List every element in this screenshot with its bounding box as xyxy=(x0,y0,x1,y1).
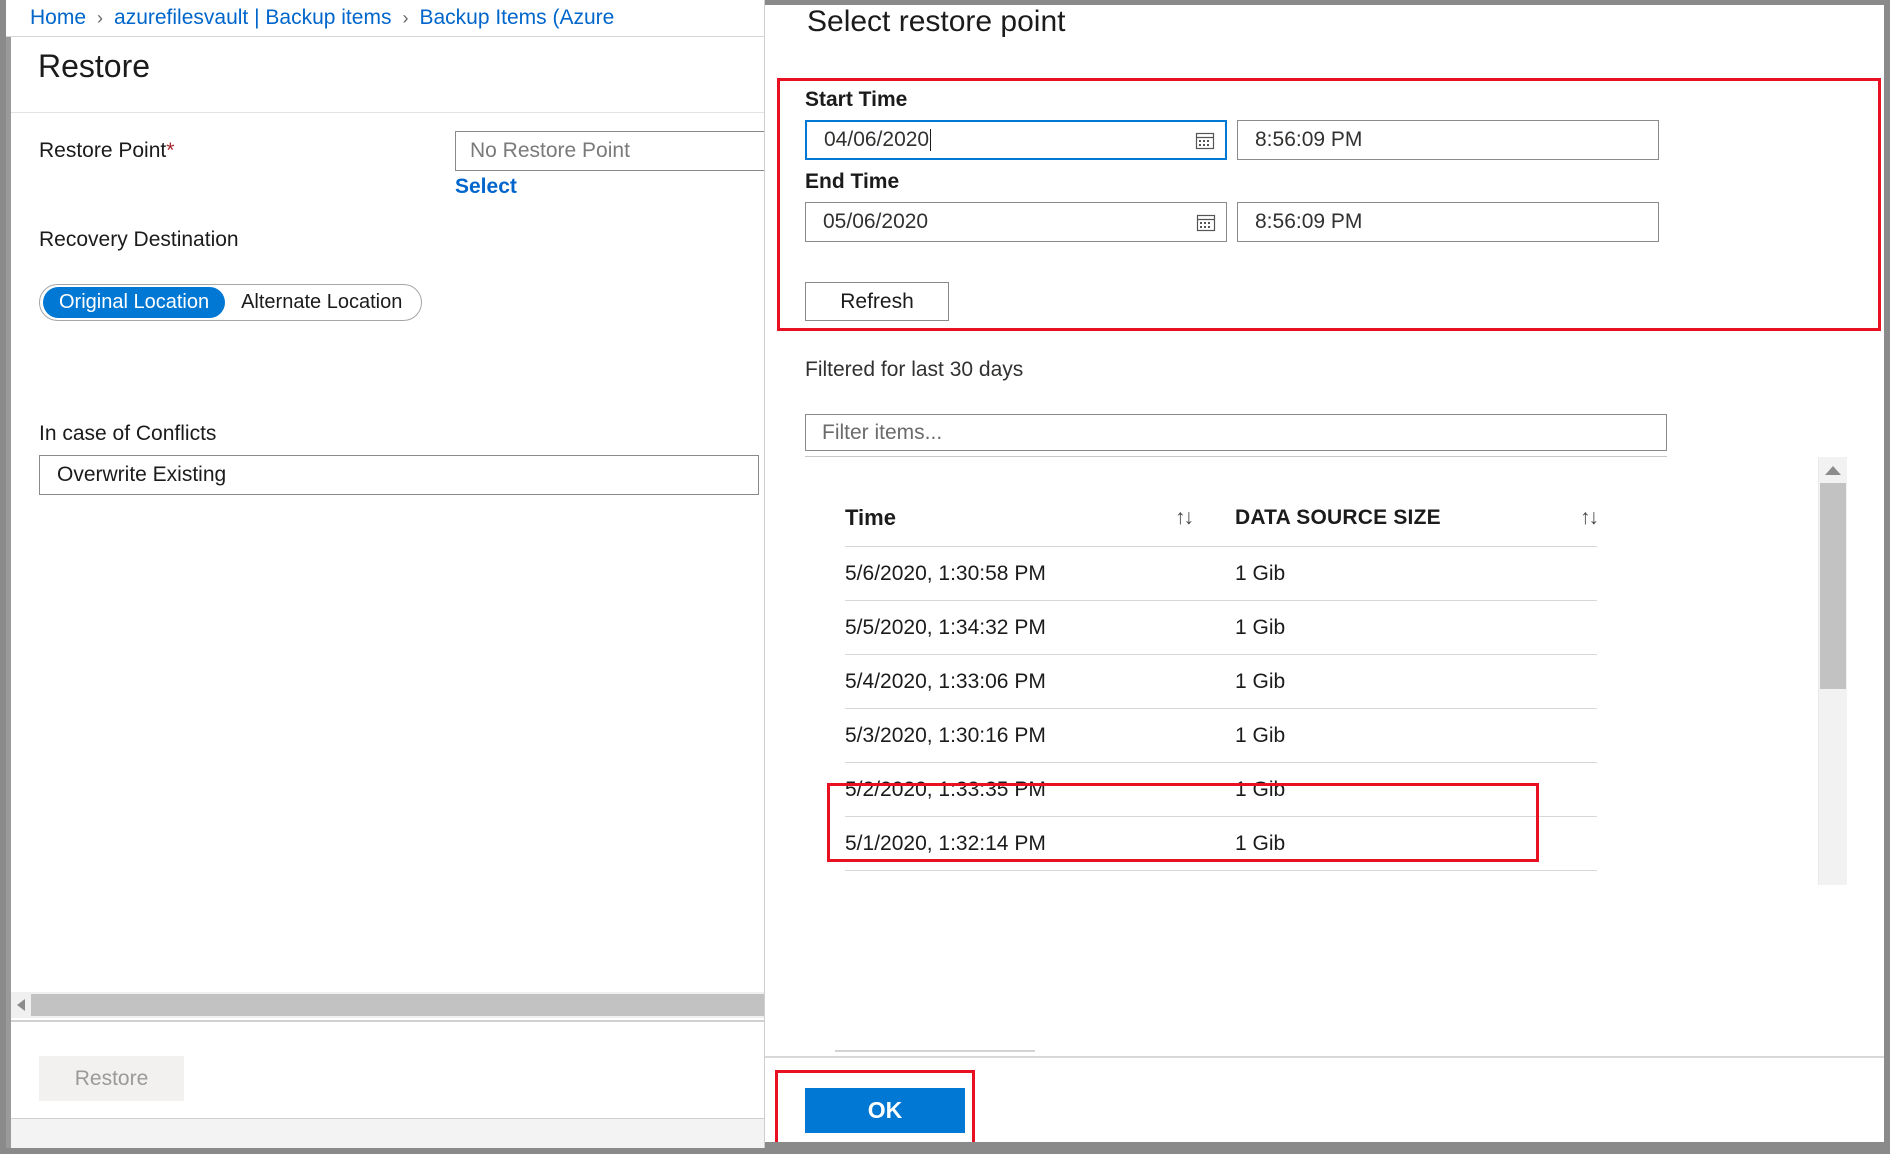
title-divider xyxy=(11,112,764,113)
list-vertical-scrollbar[interactable] xyxy=(1818,457,1847,885)
select-restore-point-link[interactable]: Select xyxy=(455,175,517,199)
breadcrumb-separator-icon: › xyxy=(97,8,103,29)
restore-blade: Home › azurefilesvault | Backup items › … xyxy=(6,0,764,1148)
sort-toggle-size-icon[interactable]: ↑↓ xyxy=(1537,506,1597,530)
recovery-destination-toggle[interactable]: Original Location Alternate Location xyxy=(39,284,422,321)
row-size: 1 Gib xyxy=(1235,724,1597,748)
horizontal-scrollbar-thumb[interactable] xyxy=(31,994,764,1016)
restore-point-value: No Restore Point xyxy=(455,131,764,171)
breadcrumb-item-backup-items[interactable]: Backup Items (Azure xyxy=(419,6,614,30)
row-time: 5/6/2020, 1:30:58 PM xyxy=(845,562,1235,586)
start-time-input[interactable]: 8:56:09 PM xyxy=(1237,120,1659,160)
row-time: 5/1/2020, 1:32:14 PM xyxy=(845,832,1235,856)
table-row[interactable]: 5/2/2020, 1:33:35 PM 1 Gib xyxy=(845,763,1597,817)
filtered-status-text: Filtered for last 30 days xyxy=(805,358,1023,382)
context-blade-bottom-strip xyxy=(765,1142,1890,1148)
context-blade-title: Select restore point xyxy=(807,5,1065,39)
row-size: 1 Gib xyxy=(1235,562,1597,586)
row-time: 5/2/2020, 1:33:35 PM xyxy=(845,778,1235,802)
scrollbar-divider xyxy=(11,1020,764,1022)
row-size: 1 Gib xyxy=(1235,670,1597,694)
table-row[interactable]: 5/1/2020, 1:32:14 PM 1 Gib xyxy=(845,817,1597,871)
vertical-scrollbar-thumb[interactable] xyxy=(1820,483,1846,689)
start-date-input[interactable]: 04/06/2020 xyxy=(805,120,1227,160)
column-header-time[interactable]: Time xyxy=(845,505,1175,531)
row-time: 5/5/2020, 1:34:32 PM xyxy=(845,616,1235,640)
row-size: 1 Gib xyxy=(1235,832,1597,856)
page-title: Restore xyxy=(38,48,150,85)
table-row[interactable]: 5/3/2020, 1:30:16 PM 1 Gib xyxy=(845,709,1597,763)
footer-divider xyxy=(765,1056,1890,1058)
text-cursor xyxy=(930,129,931,151)
conflicts-label: In case of Conflicts xyxy=(39,422,216,446)
ok-button[interactable]: OK xyxy=(805,1088,965,1133)
table-row[interactable]: 5/6/2020, 1:30:58 PM 1 Gib xyxy=(845,547,1597,601)
table-header-row: Time ↑↓ DATA SOURCE SIZE ↑↓ xyxy=(845,490,1597,547)
required-marker: * xyxy=(166,139,174,162)
refresh-button[interactable]: Refresh xyxy=(805,282,949,321)
conflicts-dropdown[interactable]: Overwrite Existing xyxy=(39,455,759,495)
restore-points-table: Time ↑↓ DATA SOURCE SIZE ↑↓ 5/6/2020, 1:… xyxy=(845,490,1597,871)
scroll-left-arrow-icon[interactable] xyxy=(11,992,31,1018)
row-time: 5/3/2020, 1:30:16 PM xyxy=(845,724,1235,748)
end-date-input[interactable]: 05/06/2020 xyxy=(805,202,1227,242)
blade-bottom-strip xyxy=(11,1118,764,1148)
list-top-divider xyxy=(805,456,1667,457)
table-row[interactable]: 5/5/2020, 1:34:32 PM 1 Gib xyxy=(845,601,1597,655)
destination-option-original[interactable]: Original Location xyxy=(43,287,225,318)
restore-point-label: Restore Point* xyxy=(39,139,174,163)
blade-left-edge xyxy=(6,37,11,1148)
start-date-value: 04/06/2020 xyxy=(824,128,929,152)
horizontal-scrollbar[interactable] xyxy=(11,992,764,1018)
breadcrumb: Home › azurefilesvault | Backup items › … xyxy=(6,0,764,36)
breadcrumb-item-vault[interactable]: azurefilesvault | Backup items xyxy=(114,6,391,30)
calendar-icon[interactable] xyxy=(1195,130,1215,150)
destination-option-alternate[interactable]: Alternate Location xyxy=(225,287,418,318)
restore-point-label-text: Restore Point xyxy=(39,139,166,162)
azure-portal-screen: Home › azurefilesvault | Backup items › … xyxy=(0,0,1890,1154)
end-time-label: End Time xyxy=(805,170,899,194)
filter-input[interactable] xyxy=(805,414,1667,451)
footer-top-accent xyxy=(835,1050,1035,1052)
row-time: 5/4/2020, 1:33:06 PM xyxy=(845,670,1235,694)
calendar-icon[interactable] xyxy=(1196,212,1216,232)
start-time-label: Start Time xyxy=(805,88,907,112)
restore-button[interactable]: Restore xyxy=(39,1056,184,1101)
end-time-input[interactable]: 8:56:09 PM xyxy=(1237,202,1659,242)
breadcrumb-separator-icon: › xyxy=(402,8,408,29)
table-row[interactable]: 5/4/2020, 1:33:06 PM 1 Gib xyxy=(845,655,1597,709)
select-restore-point-blade: Select restore point Start Time 04/06/20… xyxy=(764,0,1890,1148)
row-size: 1 Gib xyxy=(1235,616,1597,640)
sort-toggle-time-icon[interactable]: ↑↓ xyxy=(1175,506,1235,530)
breadcrumb-item-home[interactable]: Home xyxy=(30,6,86,30)
end-date-value: 05/06/2020 xyxy=(823,210,928,234)
row-size: 1 Gib xyxy=(1235,778,1597,802)
column-header-data-source-size[interactable]: DATA SOURCE SIZE xyxy=(1235,506,1537,530)
scroll-up-arrow-icon[interactable] xyxy=(1819,457,1847,483)
recovery-destination-label: Recovery Destination xyxy=(39,228,239,252)
breadcrumb-divider xyxy=(6,36,764,37)
